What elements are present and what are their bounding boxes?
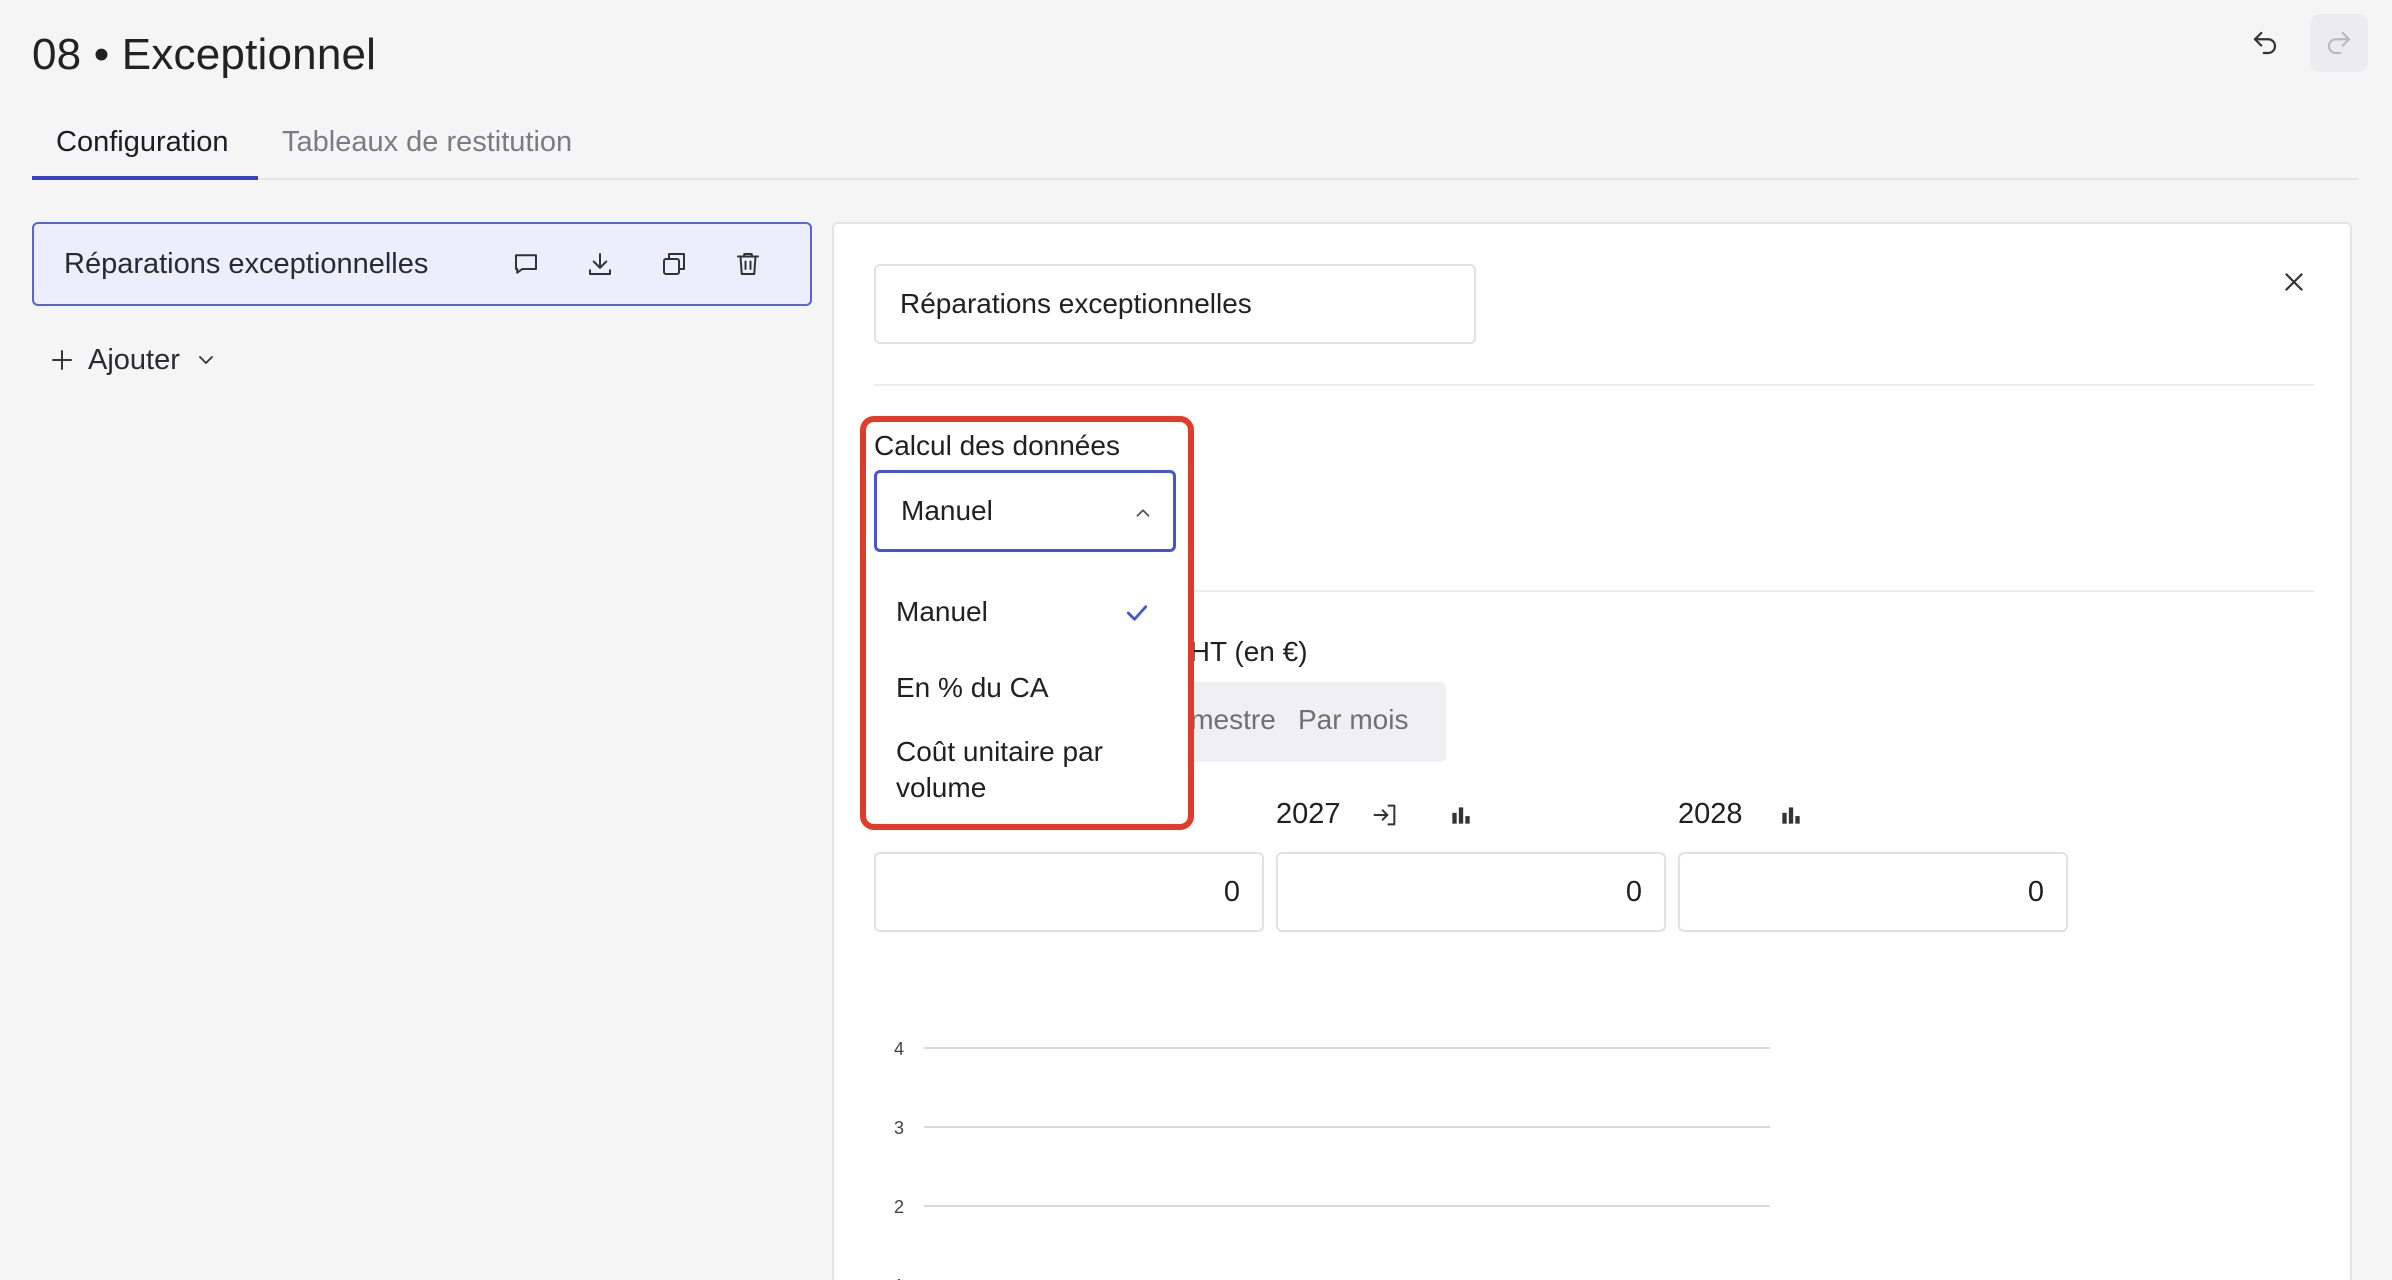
download-icon[interactable]	[582, 246, 618, 282]
page-title: 08 • Exceptionnel	[32, 30, 377, 79]
year-label: 2028	[1678, 798, 1743, 830]
divider	[874, 384, 2314, 386]
duplicate-icon[interactable]	[656, 246, 692, 282]
active-tab-indicator	[32, 176, 258, 180]
year-label: 2027	[1276, 798, 1341, 830]
bar-chart-icon[interactable]	[1444, 798, 1478, 832]
value-input[interactable]: 0	[1678, 852, 2068, 932]
chart-y-tick-label: 3	[894, 1118, 904, 1138]
chevron-down-icon	[198, 356, 213, 364]
add-button[interactable]: Ajouter	[50, 338, 218, 382]
redo-button[interactable]	[2310, 14, 2368, 72]
value-input[interactable]: 0	[874, 852, 1264, 932]
calc-options-menu: Manuel En % du CA Coût unitaire par volu…	[874, 570, 1176, 818]
login-arrow-icon[interactable]	[1368, 798, 1402, 832]
bar-chart-icon[interactable]	[1774, 798, 1808, 832]
chevron-up-icon	[1129, 499, 1157, 527]
chart-y-tick-label: 4	[894, 1039, 904, 1059]
plus-icon	[52, 350, 72, 370]
option-cout-unitaire-volume[interactable]: Coût unitaire par volume	[896, 734, 1156, 806]
sidebar-item-label: Réparations exceptionnelles	[64, 248, 429, 280]
undo-button[interactable]	[2236, 14, 2294, 72]
calc-label: Calcul des données	[874, 430, 1120, 461]
close-button[interactable]	[2272, 260, 2316, 304]
comment-icon[interactable]	[508, 246, 544, 282]
tab-tableaux-de-restitution[interactable]: Tableaux de restitution	[282, 126, 572, 180]
undo-icon	[2253, 31, 2277, 55]
calc-select-value: Manuel	[901, 495, 993, 526]
sidebar-item-reparations[interactable]: Réparations exceptionnelles	[32, 222, 812, 306]
add-label: Ajouter	[88, 343, 180, 376]
chart-y-tick-label: 1	[894, 1276, 904, 1280]
tab-bar: Configuration Tableaux de restitution	[32, 112, 2358, 180]
trash-icon[interactable]	[730, 246, 766, 282]
period-option-trimestre[interactable]: imestre	[1184, 704, 1276, 736]
check-icon	[1120, 596, 1154, 630]
redo-icon	[2327, 31, 2351, 55]
period-option-par-mois[interactable]: Par mois	[1298, 704, 1408, 736]
calc-select[interactable]: Manuel	[874, 470, 1176, 552]
option-pourcentage-ca[interactable]: En % du CA	[896, 670, 1049, 706]
close-icon	[2285, 273, 2303, 291]
value-input[interactable]: 0	[1276, 852, 1666, 932]
chart-y-tick-label: 2	[894, 1197, 904, 1217]
period-toggle: imestre Par mois	[1184, 682, 1446, 762]
option-manuel[interactable]: Manuel	[896, 594, 988, 630]
name-input[interactable]: Réparations exceptionnelles	[874, 264, 1476, 344]
tab-configuration[interactable]: Configuration	[56, 126, 229, 180]
values-chart: 4 3 2 1	[894, 1039, 1770, 1280]
